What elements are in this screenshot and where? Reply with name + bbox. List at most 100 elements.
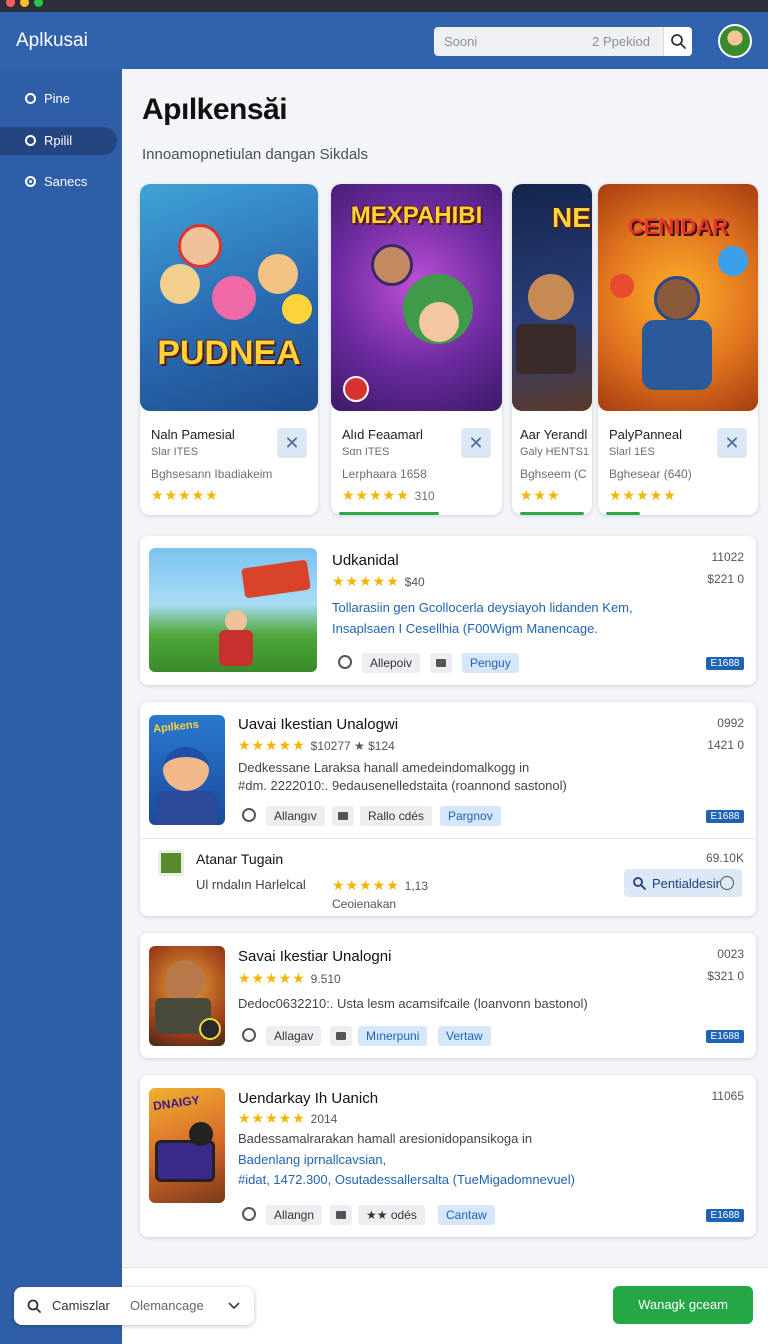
action-button[interactable]: Pentialdesir [624, 869, 742, 897]
featured-name: Aar Yerandl [520, 427, 588, 442]
radio-icon[interactable] [242, 808, 256, 822]
rating-value: 1,13 [404, 879, 429, 893]
app-thumbnail [149, 548, 317, 672]
tag-chip[interactable]: Pargnov [440, 806, 501, 826]
app-title[interactable]: Uendarkay Ih Uanich [238, 1090, 378, 1107]
app-list-item[interactable]: Udkanidal ★★★★★ $40 Tollarasiin gen Gcol… [140, 536, 756, 685]
search-icon [27, 1299, 41, 1313]
download-count: 0992 [717, 716, 744, 730]
star-rating: ★★★ [520, 487, 561, 504]
app-description-link[interactable]: #idat, 1472.300, Osutadessallersalta (Tu… [238, 1172, 575, 1187]
window-close-dot[interactable] [6, 0, 15, 7]
sidebar-item-rpilil[interactable]: Rpilil [0, 127, 117, 155]
app-list-item[interactable]: Apılkens Uavai Ikestian Unalogwi ★★★★★ $… [140, 702, 756, 916]
app-title[interactable]: Savai Ikestiar Unalogni [238, 948, 391, 965]
sidebar-item-label: Pine [44, 91, 71, 106]
top-bar: Aplkusai Sooni 2 Ppekiod [0, 12, 768, 69]
featured-subtitle: Slarl 1ES [609, 446, 655, 458]
category-dropdown[interactable]: Camiszlar Olemancage [14, 1287, 254, 1325]
sub-app-title[interactable]: Atanar Tugain [196, 851, 283, 867]
search-button[interactable] [663, 27, 692, 56]
app-title[interactable]: Uavai Ikestian Unalogwi [238, 716, 398, 733]
search-icon [633, 877, 646, 890]
rating-value: 310 [414, 489, 435, 503]
radio-icon [25, 93, 36, 104]
featured-card[interactable]: CENIDAR PalyPanneal Slarl 1ES Bghesear (… [598, 184, 758, 515]
status-badge: E1688 [706, 1209, 744, 1222]
game-art-image: MEXPAHIBI [331, 184, 502, 411]
app-description: Dedkessane Laraksa hanall amedeindomalko… [238, 760, 530, 775]
featured-description: Bghesear (640) [609, 467, 692, 481]
star-rating: ★★★★★ 310 [342, 487, 435, 504]
featured-name: Alıd Feaamarl [342, 427, 423, 442]
app-list-item[interactable]: Savai Ikestiar Unalogni ★★★★★ 9.510 Dedo… [140, 933, 756, 1058]
radio-icon[interactable] [242, 1207, 256, 1221]
radio-selected-icon [25, 176, 36, 187]
game-art-title: PUDNEA [157, 334, 301, 372]
dismiss-button[interactable]: ✕ [717, 428, 747, 458]
video-icon[interactable] [330, 1205, 352, 1225]
search-box[interactable]: Sooni 2 Ppekiod [434, 27, 692, 56]
download-count: 11065 [711, 1089, 744, 1103]
app-list-item[interactable]: DNAIGY Uendarkay Ih Uanich ★★★★★ 2014 Ba… [140, 1075, 756, 1237]
sidebar-item-sanecs[interactable]: Sanecs [0, 168, 117, 196]
chip-row: Allagav Mınerpuni Vertaw [242, 1026, 512, 1046]
progress-bar [339, 512, 439, 515]
rating-value: 2014 [310, 1112, 338, 1126]
tag-chip[interactable]: Allepoiv [362, 653, 421, 673]
video-icon[interactable] [330, 1026, 352, 1046]
search-value[interactable]: 2 Ppekiod [592, 34, 650, 49]
tag-chip[interactable]: Allangıv [266, 806, 325, 826]
main-content: Apılkensăi Innoamopnetiulan dangan Sikda… [122, 69, 768, 1344]
app-description-link[interactable]: Insaplsaen I Cesellhia (F00Wigm Manencag… [332, 621, 598, 636]
star-rating: ★★★★★ $10277 ★ $124 [238, 737, 395, 754]
tag-chip[interactable]: Rallo cdés [360, 806, 433, 826]
window-maximize-dot[interactable] [34, 0, 43, 7]
game-art-title: MEXPAHIBI [350, 202, 483, 229]
tag-chip[interactable]: Penguy [462, 653, 519, 673]
featured-description: Bghseem (C [520, 467, 587, 481]
featured-card[interactable]: MEXPAHIBI Alıd Feaamarl Sαn ITES Lerphaa… [331, 184, 502, 515]
featured-card[interactable]: NE Aar Yerandl Galy HENTS1 Bghseem (C ★★… [512, 184, 592, 515]
star-rating: ★★★★★ 9.510 [238, 970, 341, 987]
featured-name: PalyPanneal [609, 427, 682, 442]
tag-chip[interactable]: Mınerpuni [358, 1026, 428, 1046]
price: $321 0 [707, 969, 744, 983]
radio-icon[interactable] [242, 1028, 256, 1042]
sub-app-meta: Ul rndalın Harlelcal [196, 877, 306, 892]
close-icon: ✕ [284, 433, 300, 453]
featured-subtitle: Sαn ITES [342, 446, 390, 458]
tag-chip[interactable]: Cantaw [438, 1205, 495, 1225]
star-icons: ★★★★★ [342, 487, 410, 503]
app-title: Aplkusai [16, 30, 88, 51]
price: $221 0 [707, 572, 744, 586]
radio-icon[interactable] [338, 655, 352, 669]
avatar[interactable] [718, 24, 752, 58]
video-icon[interactable] [430, 653, 452, 673]
tag-chip[interactable]: Allagav [266, 1026, 322, 1046]
download-count: 0023 [717, 947, 744, 961]
dismiss-button[interactable]: ✕ [461, 428, 491, 458]
app-description-link[interactable]: Badenlang iprnallcavsian, [238, 1152, 386, 1167]
star-icons: ★★★★★ [238, 737, 306, 753]
tag-chip[interactable]: Allangn [266, 1205, 323, 1225]
featured-description: Bghsesann Ibadiakeim [151, 467, 273, 481]
app-description-link[interactable]: Tollarasiin gen Gcollocerla deysiayoh li… [332, 600, 633, 615]
status-badge: E1688 [706, 1030, 744, 1043]
page-subtitle: Innoamopnetiulan dangan Sikdals [142, 146, 369, 163]
search-placeholder[interactable]: Sooni [444, 34, 477, 49]
video-icon[interactable] [332, 806, 354, 826]
primary-action-button[interactable]: Wanagk gceam [613, 1286, 753, 1324]
tag-chip[interactable]: ★★ odés [358, 1205, 425, 1225]
star-icons: ★★★★★ [609, 487, 677, 503]
app-title[interactable]: Udkanidal [332, 552, 399, 569]
app-description: #dm. 2222010:. 9edausenelledstaita (roan… [238, 778, 567, 793]
featured-card[interactable]: PUDNEA Naln Pamesial Slar ITES Bghsesann… [140, 184, 318, 515]
tag-chip[interactable]: Vertaw [438, 1026, 491, 1046]
dismiss-button[interactable]: ✕ [277, 428, 307, 458]
sidebar-item-pine[interactable]: Pine [0, 85, 117, 113]
star-rating: ★★★★★ [609, 487, 677, 504]
progress-bar [606, 512, 640, 515]
window-minimize-dot[interactable] [20, 0, 29, 7]
game-art-image: PUDNEA [140, 184, 318, 411]
